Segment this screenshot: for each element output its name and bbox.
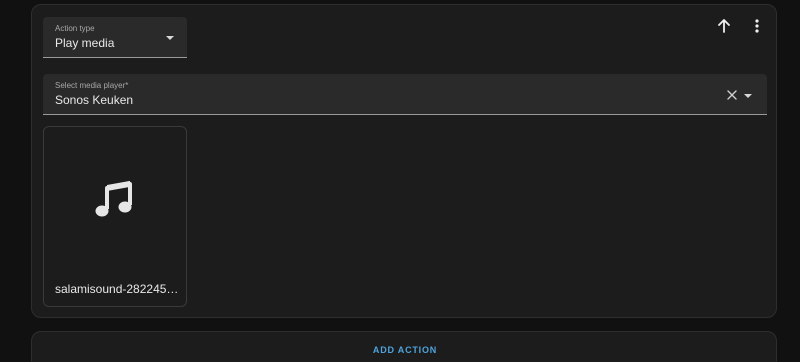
move-up-button[interactable] bbox=[713, 15, 735, 37]
add-action-button[interactable]: ADD ACTION bbox=[362, 342, 448, 358]
media-player-value: Sonos Keuken bbox=[55, 93, 134, 107]
media-item-tile[interactable]: salamisound-2822457-i… bbox=[43, 126, 187, 307]
close-icon[interactable] bbox=[726, 89, 738, 101]
arrow-up-icon bbox=[718, 19, 730, 33]
chevron-down-icon[interactable] bbox=[744, 94, 752, 98]
automation-editor: Action type Play media Select media play… bbox=[0, 0, 800, 362]
media-item-title: salamisound-2822457-i… bbox=[55, 282, 183, 296]
more-options-button[interactable] bbox=[746, 15, 768, 37]
media-player-label: Select media player* bbox=[55, 81, 129, 90]
add-action-card: ADD ACTION bbox=[31, 331, 777, 362]
music-note-icon bbox=[95, 180, 132, 217]
action-type-value: Play media bbox=[55, 36, 115, 50]
chevron-down-icon[interactable] bbox=[166, 36, 174, 40]
more-vert-icon bbox=[755, 19, 759, 33]
action-type-label: Action type bbox=[55, 24, 95, 33]
action-card: Action type Play media Select media play… bbox=[31, 4, 777, 318]
media-player-select[interactable]: Select media player* Sonos Keuken bbox=[43, 74, 767, 115]
action-type-select[interactable]: Action type Play media bbox=[43, 17, 187, 58]
